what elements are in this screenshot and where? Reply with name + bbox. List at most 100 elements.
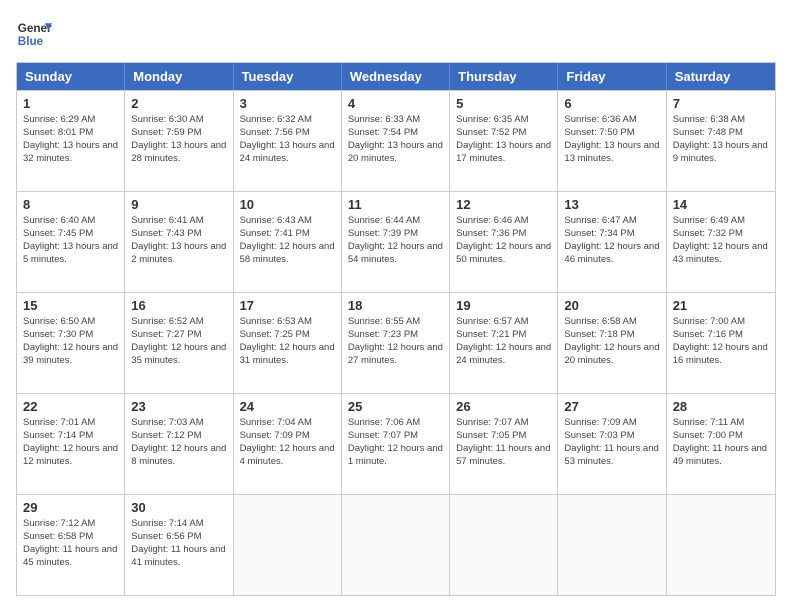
day-info: Sunrise: 6:55 AM Sunset: 7:23 PM Dayligh… [348, 316, 443, 367]
day-cell-18: 18Sunrise: 6:55 AM Sunset: 7:23 PM Dayli… [342, 293, 450, 393]
day-cell-13: 13Sunrise: 6:47 AM Sunset: 7:34 PM Dayli… [558, 192, 666, 292]
page: General Blue SundayMondayTuesdayWednesda… [0, 0, 792, 612]
day-info: Sunrise: 7:12 AM Sunset: 6:58 PM Dayligh… [23, 518, 118, 569]
day-info: Sunrise: 6:30 AM Sunset: 7:59 PM Dayligh… [131, 114, 226, 165]
day-number: 16 [131, 297, 226, 315]
day-info: Sunrise: 6:35 AM Sunset: 7:52 PM Dayligh… [456, 114, 551, 165]
day-cell-29: 29Sunrise: 7:12 AM Sunset: 6:58 PM Dayli… [17, 495, 125, 595]
day-number: 20 [564, 297, 659, 315]
day-cell-22: 22Sunrise: 7:01 AM Sunset: 7:14 PM Dayli… [17, 394, 125, 494]
calendar: SundayMondayTuesdayWednesdayThursdayFrid… [16, 62, 776, 596]
day-number: 23 [131, 398, 226, 416]
day-number: 17 [240, 297, 335, 315]
day-cell-21: 21Sunrise: 7:00 AM Sunset: 7:16 PM Dayli… [667, 293, 775, 393]
day-info: Sunrise: 6:41 AM Sunset: 7:43 PM Dayligh… [131, 215, 226, 266]
week-row-2: 8Sunrise: 6:40 AM Sunset: 7:45 PM Daylig… [17, 191, 775, 292]
day-number: 18 [348, 297, 443, 315]
day-number: 21 [673, 297, 769, 315]
empty-cell [234, 495, 342, 595]
day-number: 19 [456, 297, 551, 315]
day-info: Sunrise: 6:46 AM Sunset: 7:36 PM Dayligh… [456, 215, 551, 266]
day-info: Sunrise: 7:06 AM Sunset: 7:07 PM Dayligh… [348, 417, 443, 468]
day-cell-9: 9Sunrise: 6:41 AM Sunset: 7:43 PM Daylig… [125, 192, 233, 292]
day-info: Sunrise: 6:38 AM Sunset: 7:48 PM Dayligh… [673, 114, 769, 165]
day-cell-15: 15Sunrise: 6:50 AM Sunset: 7:30 PM Dayli… [17, 293, 125, 393]
day-info: Sunrise: 6:44 AM Sunset: 7:39 PM Dayligh… [348, 215, 443, 266]
day-info: Sunrise: 6:52 AM Sunset: 7:27 PM Dayligh… [131, 316, 226, 367]
day-info: Sunrise: 7:14 AM Sunset: 6:56 PM Dayligh… [131, 518, 226, 569]
day-cell-24: 24Sunrise: 7:04 AM Sunset: 7:09 PM Dayli… [234, 394, 342, 494]
weekday-header-wednesday: Wednesday [342, 63, 450, 90]
day-info: Sunrise: 6:29 AM Sunset: 8:01 PM Dayligh… [23, 114, 118, 165]
day-number: 7 [673, 95, 769, 113]
logo: General Blue [16, 16, 52, 52]
day-cell-23: 23Sunrise: 7:03 AM Sunset: 7:12 PM Dayli… [125, 394, 233, 494]
weekday-header-saturday: Saturday [667, 63, 775, 90]
day-number: 14 [673, 196, 769, 214]
day-number: 9 [131, 196, 226, 214]
empty-cell [342, 495, 450, 595]
day-cell-2: 2Sunrise: 6:30 AM Sunset: 7:59 PM Daylig… [125, 91, 233, 191]
day-number: 29 [23, 499, 118, 517]
weekday-header-monday: Monday [125, 63, 233, 90]
day-cell-20: 20Sunrise: 6:58 AM Sunset: 7:18 PM Dayli… [558, 293, 666, 393]
weekday-header-sunday: Sunday [17, 63, 125, 90]
day-cell-25: 25Sunrise: 7:06 AM Sunset: 7:07 PM Dayli… [342, 394, 450, 494]
day-cell-3: 3Sunrise: 6:32 AM Sunset: 7:56 PM Daylig… [234, 91, 342, 191]
empty-cell [667, 495, 775, 595]
day-info: Sunrise: 6:58 AM Sunset: 7:18 PM Dayligh… [564, 316, 659, 367]
day-info: Sunrise: 7:03 AM Sunset: 7:12 PM Dayligh… [131, 417, 226, 468]
week-row-4: 22Sunrise: 7:01 AM Sunset: 7:14 PM Dayli… [17, 393, 775, 494]
day-info: Sunrise: 7:11 AM Sunset: 7:00 PM Dayligh… [673, 417, 769, 468]
day-info: Sunrise: 6:40 AM Sunset: 7:45 PM Dayligh… [23, 215, 118, 266]
day-cell-8: 8Sunrise: 6:40 AM Sunset: 7:45 PM Daylig… [17, 192, 125, 292]
day-number: 1 [23, 95, 118, 113]
day-info: Sunrise: 7:01 AM Sunset: 7:14 PM Dayligh… [23, 417, 118, 468]
day-cell-14: 14Sunrise: 6:49 AM Sunset: 7:32 PM Dayli… [667, 192, 775, 292]
day-number: 3 [240, 95, 335, 113]
day-info: Sunrise: 6:50 AM Sunset: 7:30 PM Dayligh… [23, 316, 118, 367]
day-info: Sunrise: 7:09 AM Sunset: 7:03 PM Dayligh… [564, 417, 659, 468]
week-row-3: 15Sunrise: 6:50 AM Sunset: 7:30 PM Dayli… [17, 292, 775, 393]
day-cell-10: 10Sunrise: 6:43 AM Sunset: 7:41 PM Dayli… [234, 192, 342, 292]
day-info: Sunrise: 6:43 AM Sunset: 7:41 PM Dayligh… [240, 215, 335, 266]
day-cell-7: 7Sunrise: 6:38 AM Sunset: 7:48 PM Daylig… [667, 91, 775, 191]
day-cell-28: 28Sunrise: 7:11 AM Sunset: 7:00 PM Dayli… [667, 394, 775, 494]
day-info: Sunrise: 6:33 AM Sunset: 7:54 PM Dayligh… [348, 114, 443, 165]
day-cell-30: 30Sunrise: 7:14 AM Sunset: 6:56 PM Dayli… [125, 495, 233, 595]
day-info: Sunrise: 6:32 AM Sunset: 7:56 PM Dayligh… [240, 114, 335, 165]
day-number: 10 [240, 196, 335, 214]
day-cell-12: 12Sunrise: 6:46 AM Sunset: 7:36 PM Dayli… [450, 192, 558, 292]
day-number: 26 [456, 398, 551, 416]
generalblue-icon: General Blue [16, 16, 52, 52]
week-row-5: 29Sunrise: 7:12 AM Sunset: 6:58 PM Dayli… [17, 494, 775, 595]
svg-text:Blue: Blue [18, 35, 44, 48]
day-number: 15 [23, 297, 118, 315]
day-cell-17: 17Sunrise: 6:53 AM Sunset: 7:25 PM Dayli… [234, 293, 342, 393]
header: General Blue [16, 16, 776, 52]
day-cell-16: 16Sunrise: 6:52 AM Sunset: 7:27 PM Dayli… [125, 293, 233, 393]
day-cell-5: 5Sunrise: 6:35 AM Sunset: 7:52 PM Daylig… [450, 91, 558, 191]
day-number: 30 [131, 499, 226, 517]
day-number: 24 [240, 398, 335, 416]
day-number: 28 [673, 398, 769, 416]
day-number: 6 [564, 95, 659, 113]
day-info: Sunrise: 7:00 AM Sunset: 7:16 PM Dayligh… [673, 316, 769, 367]
weekday-header-tuesday: Tuesday [234, 63, 342, 90]
day-cell-6: 6Sunrise: 6:36 AM Sunset: 7:50 PM Daylig… [558, 91, 666, 191]
day-number: 5 [456, 95, 551, 113]
day-cell-4: 4Sunrise: 6:33 AM Sunset: 7:54 PM Daylig… [342, 91, 450, 191]
day-info: Sunrise: 6:57 AM Sunset: 7:21 PM Dayligh… [456, 316, 551, 367]
day-cell-27: 27Sunrise: 7:09 AM Sunset: 7:03 PM Dayli… [558, 394, 666, 494]
day-cell-11: 11Sunrise: 6:44 AM Sunset: 7:39 PM Dayli… [342, 192, 450, 292]
day-number: 12 [456, 196, 551, 214]
week-row-1: 1Sunrise: 6:29 AM Sunset: 8:01 PM Daylig… [17, 90, 775, 191]
day-info: Sunrise: 6:53 AM Sunset: 7:25 PM Dayligh… [240, 316, 335, 367]
calendar-header: SundayMondayTuesdayWednesdayThursdayFrid… [17, 63, 775, 90]
day-info: Sunrise: 7:04 AM Sunset: 7:09 PM Dayligh… [240, 417, 335, 468]
day-info: Sunrise: 7:07 AM Sunset: 7:05 PM Dayligh… [456, 417, 551, 468]
calendar-body: 1Sunrise: 6:29 AM Sunset: 8:01 PM Daylig… [17, 90, 775, 595]
day-number: 27 [564, 398, 659, 416]
weekday-header-thursday: Thursday [450, 63, 558, 90]
day-info: Sunrise: 6:36 AM Sunset: 7:50 PM Dayligh… [564, 114, 659, 165]
